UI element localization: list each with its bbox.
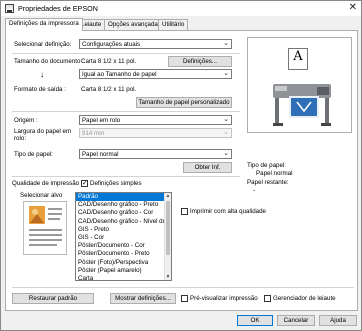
divider: [12, 176, 240, 177]
chevron-down-icon: ⌄: [223, 116, 229, 123]
output-format-value: Carta 8 1/2 x 11 pol.: [81, 86, 137, 93]
document-size-value: Carta 8 1/2 x 11 pol.: [81, 58, 137, 65]
chevron-down-icon: ⌄: [223, 40, 229, 47]
paper-type-value: Papel normal: [82, 151, 119, 158]
printer-preview-box: A: [247, 37, 352, 133]
printer-icon: [5, 4, 14, 13]
paper-type-label: Tipo de papel:: [14, 151, 53, 158]
layout-manager-label: Gerenciador de leiaute: [273, 295, 336, 302]
divider: [12, 53, 240, 54]
divider: [12, 111, 240, 112]
paper-size-select[interactable]: Igual ao Tamanho de papel ⌄: [79, 69, 232, 79]
roll-width-value: 914 mm: [82, 130, 105, 137]
simple-settings-label: Definições simples: [90, 180, 142, 187]
output-format-label: Formato de saída :: [14, 86, 66, 93]
target-list-item[interactable]: GIS - Cor: [76, 234, 171, 242]
source-label: Origem :: [14, 117, 38, 124]
target-list-item[interactable]: CAD/Desenho gráfico - Nível duplo: [76, 218, 171, 226]
large-format-printer-icon: [273, 84, 331, 126]
restore-default-button[interactable]: Restaurar padrão: [12, 293, 94, 304]
listbox-scrollbar[interactable]: ▲ ▼: [164, 193, 171, 280]
print-preview-checkbox[interactable]: [181, 295, 188, 302]
divider: [12, 287, 354, 288]
simple-settings-checkbox[interactable]: [81, 179, 88, 187]
quality-preview-image: [23, 201, 67, 255]
custom-paper-size-button[interactable]: Tamanho de papel personalizado: [136, 97, 232, 108]
help-button[interactable]: Ajuda: [319, 315, 357, 326]
preset-value: Configurações atuais: [82, 41, 141, 48]
arrow-down-icon: ↓: [40, 70, 44, 79]
preview-paper-type-value: Papel normal: [256, 170, 293, 177]
scroll-up-icon[interactable]: ▲: [165, 193, 171, 199]
target-list-item[interactable]: CAD/Desenho gráfico - Cor: [76, 209, 171, 217]
scrollbar-thumb[interactable]: [166, 201, 170, 255]
preview-remaining-value: -: [253, 187, 256, 194]
high-quality-label: Imprimir com alta qualidade: [190, 208, 266, 215]
target-list-item[interactable]: GIS - Preto: [76, 226, 171, 234]
paper-preview: A: [288, 48, 308, 70]
target-list: Padrão CAD/Desenho gráfico - Preto CAD/Des…: [76, 193, 171, 280]
chevron-down-icon: ⌄: [223, 129, 229, 136]
print-preview-label: Pré-visualizar impressão: [190, 295, 258, 302]
get-info-button[interactable]: Obter Inf.: [183, 162, 232, 173]
target-list-item[interactable]: Pôster (Papel amarelo): [76, 267, 171, 275]
show-settings-button[interactable]: Mostrar definições...: [110, 293, 176, 304]
ok-button[interactable]: OK: [237, 315, 273, 326]
window-title: Propriedades de EPSON: [18, 4, 98, 13]
close-icon[interactable]: ✕: [349, 2, 357, 14]
target-list-item[interactable]: Pôster/Documento - Preto: [76, 250, 171, 258]
cancel-button[interactable]: Cancelar: [277, 315, 315, 326]
tab-utility[interactable]: Utilitário: [158, 19, 189, 30]
printer-properties-window: Propriedades de EPSON ✕ Definições da im…: [0, 0, 362, 331]
target-list-item[interactable]: Padrão: [76, 193, 171, 202]
print-quality-label: Qualidade de impressão: [12, 180, 80, 187]
target-list-item[interactable]: Pôster (Foto)/Perspectiva: [76, 259, 171, 267]
target-listbox[interactable]: Padrão CAD/Desenho gráfico - Preto CAD/Des…: [75, 192, 172, 281]
layout-manager-checkbox[interactable]: [264, 295, 271, 302]
tab-printer-settings[interactable]: Definições da impressora: [5, 18, 83, 31]
chevron-down-icon: ⌄: [223, 70, 229, 77]
target-list-item[interactable]: Pôster/Documento - Cor: [76, 242, 171, 250]
preview-paper-type-title: Tipo de papel:: [247, 162, 286, 169]
tab-advanced-options[interactable]: Opções avançadas: [104, 19, 165, 30]
roll-width-select: 914 mm ⌄: [79, 128, 232, 138]
select-target-label: Selecionar alvo: [20, 192, 63, 199]
source-select[interactable]: Papel em rolo ⌄: [79, 115, 232, 125]
preset-select[interactable]: Configurações atuais ⌄: [79, 39, 232, 49]
definitions-button[interactable]: Definições...: [168, 56, 232, 67]
title-bar: Propriedades de EPSON ✕: [1, 1, 361, 16]
high-quality-checkbox[interactable]: [181, 208, 188, 215]
source-value: Papel em rolo: [82, 117, 121, 124]
document-size-label: Tamanho do documento :: [14, 58, 84, 65]
paper-type-select[interactable]: Papel normal ⌄: [79, 149, 232, 159]
preset-label: Selecionar definição:: [14, 41, 72, 48]
roll-width-label: Largura do papel em rolo:: [14, 128, 72, 142]
printer-settings-panel: Selecionar definição: Configurações atua…: [5, 30, 358, 311]
target-list-item[interactable]: CAD/Desenho gráfico - Preto: [76, 201, 171, 209]
preview-remaining-title: Papel restante:: [247, 179, 289, 186]
chevron-down-icon: ⌄: [223, 150, 229, 157]
scroll-down-icon[interactable]: ▼: [165, 274, 171, 280]
target-list-item[interactable]: Carta: [76, 275, 171, 280]
paper-size-value: Igual ao Tamanho de papel: [82, 71, 157, 78]
